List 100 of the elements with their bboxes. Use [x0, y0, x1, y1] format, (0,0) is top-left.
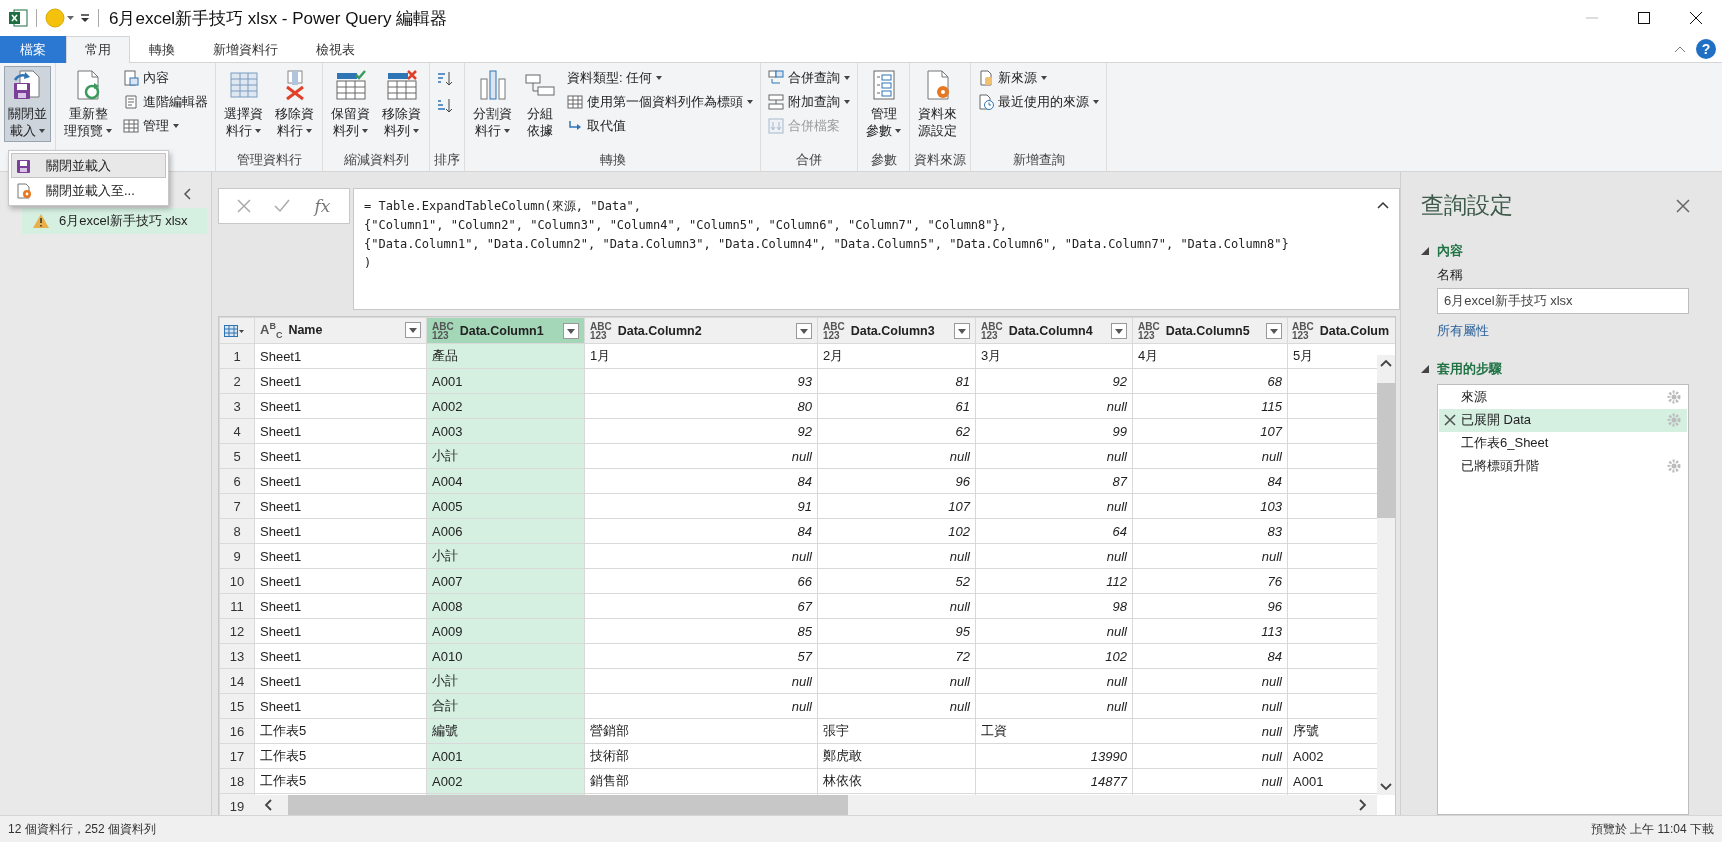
ribbon-button[interactable]: 重新整 理預覽 — [60, 66, 116, 142]
table-cell: Sheet1 — [254, 443, 427, 469]
table-cell: null — [975, 493, 1133, 519]
table-cell: 66 — [584, 568, 818, 594]
ribbon-button[interactable]: 內容 — [120, 66, 211, 89]
horizontal-scrollbar[interactable] — [254, 795, 1377, 815]
group-label: 合併 — [796, 152, 822, 167]
table-cell: 83 — [1132, 518, 1288, 544]
help-button[interactable]: ? — [1696, 39, 1716, 59]
ribbon-tab[interactable]: 轉換 — [130, 36, 194, 63]
table-cell: 96 — [817, 468, 976, 494]
group-label: 管理資料行 — [236, 152, 302, 167]
ribbon-button[interactable]: 選擇資 料行 — [220, 66, 267, 142]
data-type-label: ABC 123 — [1138, 321, 1160, 340]
table-cell: 61 — [817, 393, 976, 419]
formula-line: ) — [364, 255, 372, 272]
feedback-icon — [45, 8, 65, 28]
table-cell: 銷售部 — [584, 768, 818, 794]
name-field[interactable]: 6月excel新手技巧 xlsx — [1437, 287, 1689, 314]
grid-check-icon — [334, 69, 367, 101]
table-cell: 93 — [584, 368, 818, 394]
ribbon-button[interactable]: 資料來 源設定 — [914, 66, 961, 142]
table-cell: A002 — [426, 393, 585, 419]
row-number: 2 — [219, 368, 255, 394]
ribbon-tab[interactable]: 新增資料行 — [194, 36, 297, 63]
menu-item[interactable]: 關閉並載入至... — [11, 178, 166, 203]
table-cell: A008 — [426, 593, 585, 619]
table-cell: A010 — [426, 643, 585, 669]
table-cell: null — [975, 618, 1133, 644]
row-number: 12 — [219, 618, 255, 644]
collapse-triangle-icon — [1421, 364, 1429, 373]
ribbon-button[interactable]: 保留資 料列 — [327, 66, 374, 142]
ribbon-button[interactable]: 移除資 料列 — [378, 66, 425, 142]
table-cell: A009 — [426, 618, 585, 644]
ribbon-button[interactable]: 管理 — [120, 114, 211, 137]
ribbon-button[interactable]: 附加查詢 — [765, 90, 853, 113]
table-cell: 52 — [817, 568, 976, 594]
step-item[interactable]: 工作表6_Sheet — [1439, 431, 1687, 455]
data-type-label: ABC 123 — [590, 321, 612, 340]
table-cell: 92 — [584, 418, 818, 444]
ribbon-button[interactable]: 使用第一個資料列作為標頭 — [564, 90, 756, 113]
ribbon-button[interactable]: 進階編輯器 — [120, 90, 211, 113]
table-cell: 91 — [584, 493, 818, 519]
table-cell: 編號 — [426, 718, 585, 744]
table-menu-icon — [224, 324, 244, 337]
table-cell: 4月 — [1132, 343, 1288, 369]
table-cell: 小計 — [426, 443, 585, 469]
ribbon-button[interactable]: 管理 參數 — [862, 66, 905, 142]
ribbon-tab[interactable]: 檔案 — [0, 36, 66, 63]
ribbon-button[interactable]: 新來源 — [975, 66, 1102, 89]
ribbon-button[interactable]: 關閉並 載入 — [4, 66, 51, 142]
table-cell: 102 — [975, 643, 1133, 669]
all-properties-link[interactable]: 所有屬性 — [1437, 321, 1489, 340]
table-cell: null — [975, 693, 1133, 719]
step-item[interactable]: 來源 — [1439, 385, 1687, 409]
table-cell: 14877 — [975, 768, 1133, 794]
menu-item[interactable]: 關閉並載入 — [11, 153, 166, 178]
scrollbar-thumb[interactable] — [1377, 383, 1395, 518]
table-cell: 3月 — [975, 343, 1133, 369]
table-cell: 87 — [975, 468, 1133, 494]
scroll-left-icon — [264, 799, 272, 811]
table-cell: 102 — [817, 518, 976, 544]
excel-icon — [8, 8, 28, 28]
table-cell: Sheet1 — [254, 543, 427, 569]
step-item[interactable]: 已展開 Data — [1439, 408, 1687, 432]
ribbon-button[interactable]: 合併查詢 — [765, 66, 853, 89]
step-item[interactable]: 已將標頭升階 — [1439, 454, 1687, 478]
table-cell: A002 — [426, 768, 585, 794]
ribbon-tab[interactable]: 常用 — [66, 36, 130, 63]
row-number: 13 — [219, 643, 255, 669]
ribbon-button[interactable]: 分割資 料行 — [469, 66, 516, 142]
table-cell: 67 — [584, 593, 818, 619]
vertical-scrollbar[interactable] — [1377, 355, 1395, 795]
scrollbar-thumb[interactable] — [288, 795, 848, 815]
table-cell: null — [584, 668, 818, 694]
ribbon-button[interactable]: 移除資 料行 — [271, 66, 318, 142]
table-cell: 85 — [584, 618, 818, 644]
row-number: 19 — [219, 793, 255, 815]
table-cell: Sheet1 — [254, 393, 427, 419]
table-cell: null — [817, 593, 976, 619]
ribbon-button[interactable]: 取代值 — [564, 114, 756, 137]
table-cell: 1月 — [584, 343, 818, 369]
formula-field[interactable] — [353, 188, 1400, 310]
data-type-label: ABC 123 — [823, 321, 845, 340]
ribbon-button[interactable]: 資料類型: 任何 — [564, 66, 756, 89]
ribbon-button[interactable]: 最近使用的來源 — [975, 90, 1102, 113]
row-number: 14 — [219, 668, 255, 694]
ribbon-button[interactable]: 分組 依據 — [520, 66, 560, 142]
group-label: 轉換 — [599, 152, 626, 167]
document-database-icon — [978, 69, 994, 86]
table-cell: 92 — [975, 368, 1133, 394]
group-label: 資料來源 — [914, 152, 966, 167]
ribbon-tab[interactable]: 檢視表 — [297, 36, 374, 63]
group-label: 縮減資料列 — [343, 152, 409, 167]
combine-icon — [768, 117, 784, 134]
document-clock-icon — [978, 93, 994, 110]
query-item[interactable]: 6月excel新手技巧 xlsx — [22, 208, 207, 234]
column-header[interactable]: A$^{B}$$_{C}$ Name — [254, 317, 427, 344]
insert-function-button[interactable]: fx — [313, 195, 332, 217]
table-cell: null — [1132, 443, 1288, 469]
